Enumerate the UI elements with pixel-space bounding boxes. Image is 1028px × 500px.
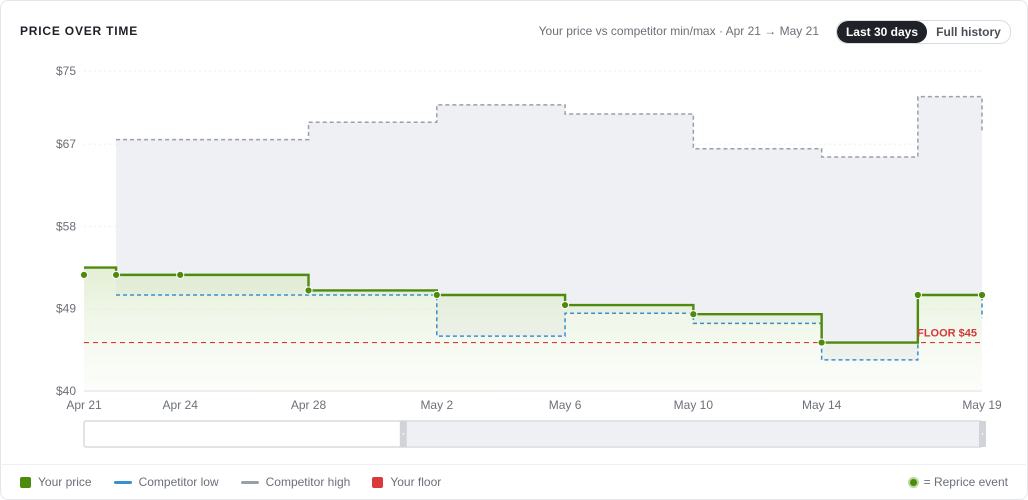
x-tick-label: Apr 21 <box>66 398 102 412</box>
reprice-note: = Reprice event <box>923 475 1008 489</box>
reprice-event-dot <box>432 290 441 300</box>
reprice-event-dot <box>111 270 121 279</box>
reprice-event-dot <box>176 270 185 279</box>
reprice-legend: = Reprice event <box>907 475 1008 489</box>
chart-legend: Your price Competitor low Competitor hig… <box>20 475 441 489</box>
reprice-event-dot <box>304 286 313 295</box>
y-tick-label: $67 <box>56 137 76 151</box>
reprice-event-dot <box>560 300 570 310</box>
x-tick-label: May 6 <box>549 398 582 412</box>
x-tick-label: May 19 <box>962 398 1002 412</box>
navigator-selected-window[interactable] <box>402 422 982 446</box>
reprice-event-dot <box>79 270 89 279</box>
reprice-dot-icon <box>907 476 919 488</box>
legend-item-competitor-low[interactable]: Competitor low <box>113 475 219 489</box>
y-tick-label: $58 <box>56 219 76 233</box>
legend-swatch-your-price <box>20 476 31 488</box>
legend-label: Your floor <box>390 475 442 489</box>
legend-swatch-competitor-low <box>113 480 132 484</box>
reprice-event-dot <box>913 290 922 300</box>
legend-label: Your price <box>38 475 92 489</box>
y-tick-label: $75 <box>56 64 76 78</box>
legend-divider <box>2 464 1026 465</box>
legend-item-your-floor[interactable]: Your floor <box>372 475 441 489</box>
y-tick-label: $40 <box>56 384 76 398</box>
x-tick-label: Apr 28 <box>291 398 327 412</box>
x-tick-label: Apr 24 <box>163 398 199 412</box>
x-tick-label: May 10 <box>674 398 714 412</box>
legend-label: Competitor high <box>265 475 351 489</box>
x-tick-label: May 2 <box>420 398 453 412</box>
y-tick-label: $49 <box>56 302 76 316</box>
reprice-event-dot <box>977 290 987 300</box>
price-chart-card: PRICE OVER TIME Your price vs competitor… <box>0 0 1028 500</box>
reprice-event-dot <box>817 338 826 347</box>
price-chart[interactable]: $75 $67 $58 $49 $40Apr 21 Apr 24 Apr 28 May 2 Ma… <box>1 1 1027 471</box>
x-tick-label: May 14 <box>802 398 842 412</box>
legend-swatch-your-floor <box>372 476 384 488</box>
reprice-event-dot <box>689 310 698 319</box>
floor-label: FLOOR $45 <box>917 328 977 340</box>
legend-swatch-competitor-high <box>240 480 259 484</box>
legend-item-competitor-high[interactable]: Competitor high <box>240 475 351 489</box>
legend-label: Competitor low <box>138 475 219 489</box>
legend-item-your-price[interactable]: Your price <box>20 475 92 489</box>
